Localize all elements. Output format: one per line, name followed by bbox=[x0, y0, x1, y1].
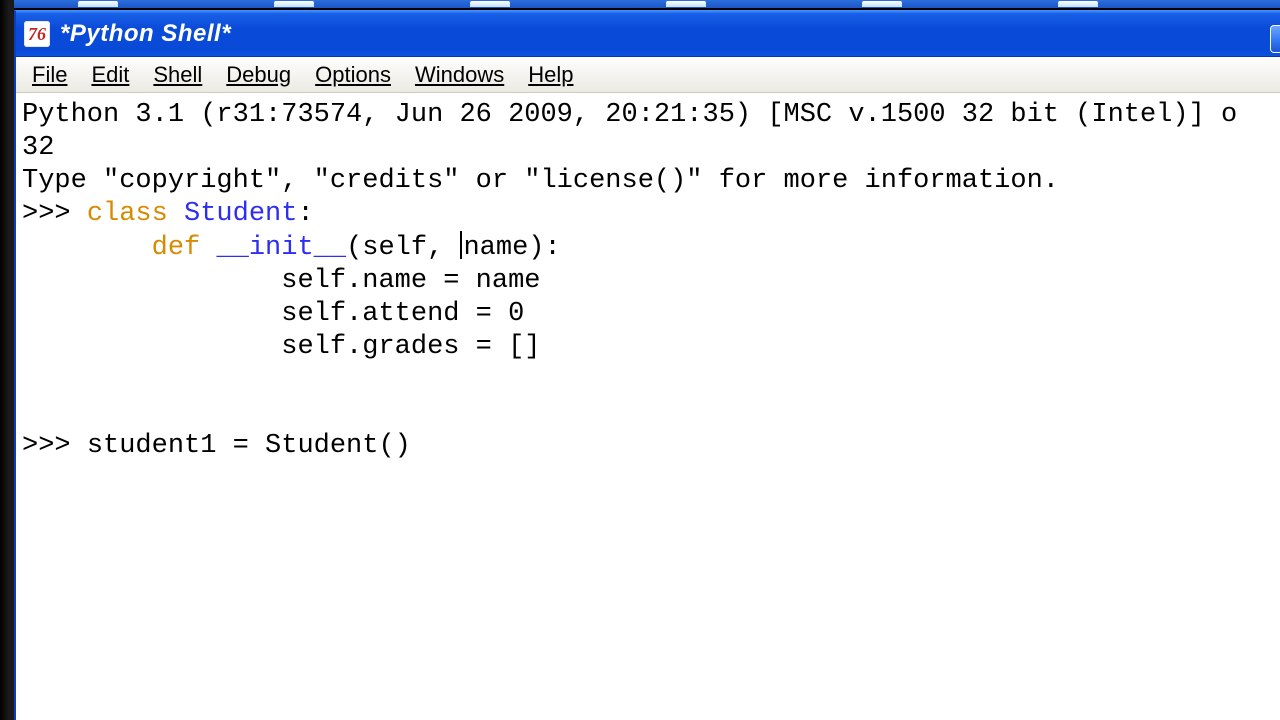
space bbox=[168, 199, 184, 229]
window-title: *Python Shell* bbox=[60, 20, 231, 48]
name-student: Student bbox=[184, 199, 297, 229]
maximize-button[interactable] bbox=[1270, 25, 1280, 53]
keyword-def: def bbox=[152, 233, 201, 263]
left-desktop-edge bbox=[0, 0, 14, 720]
prompt-2: >>> bbox=[22, 431, 87, 461]
indent bbox=[22, 299, 281, 329]
shell-text-area[interactable]: Python 3.1 (r31:73574, Jun 26 2009, 20:2… bbox=[16, 93, 1280, 463]
sig-pre: (self, bbox=[346, 233, 459, 263]
menubar: File Edit Shell Debug Options Windows He… bbox=[16, 57, 1280, 93]
indent bbox=[22, 266, 281, 296]
dunder-init: __init__ bbox=[216, 233, 346, 263]
banner-line-1: Python 3.1 (r31:73574, Jun 26 2009, 20:2… bbox=[22, 100, 1237, 130]
body-line-2: self.attend = 0 bbox=[281, 299, 524, 329]
titlebar[interactable]: 76 *Python Shell* bbox=[16, 11, 1280, 57]
colon: : bbox=[297, 199, 313, 229]
keyword-class: class bbox=[87, 199, 168, 229]
indent bbox=[22, 332, 281, 362]
tk-app-icon: 76 bbox=[24, 21, 50, 47]
taskbar-strip bbox=[0, 0, 1280, 8]
menu-debug[interactable]: Debug bbox=[214, 60, 303, 90]
space bbox=[200, 233, 216, 263]
menu-options[interactable]: Options bbox=[303, 60, 403, 90]
menu-edit[interactable]: Edit bbox=[79, 60, 141, 90]
menu-help[interactable]: Help bbox=[516, 60, 585, 90]
python-shell-window: 76 *Python Shell* File Edit Shell Debug … bbox=[14, 10, 1280, 720]
menu-shell[interactable]: Shell bbox=[141, 60, 214, 90]
menu-windows[interactable]: Windows bbox=[403, 60, 516, 90]
banner-line-3: Type "copyright", "credits" or "license(… bbox=[22, 166, 1059, 196]
sig-post: name): bbox=[463, 233, 560, 263]
body-line-3: self.grades = [] bbox=[281, 332, 540, 362]
body-line-1: self.name = name bbox=[281, 266, 540, 296]
menu-file[interactable]: File bbox=[20, 60, 79, 90]
input-line-2: student1 = Student() bbox=[87, 431, 411, 461]
prompt-1: >>> bbox=[22, 199, 87, 229]
banner-line-2: 32 bbox=[22, 133, 54, 163]
indent bbox=[22, 233, 152, 263]
